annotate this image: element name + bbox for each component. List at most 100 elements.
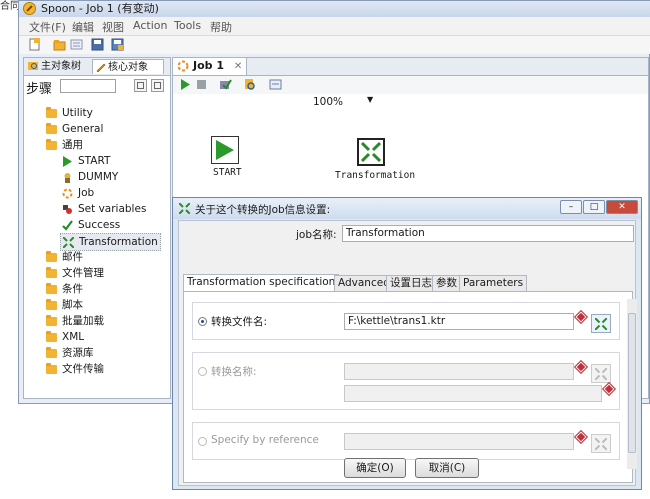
zoom-select[interactable]: 100% ▼ [313,95,375,110]
tab-logging-settings[interactable]: 设置日志 [386,275,436,291]
tab-core-objects-label: 核心对象 [108,62,148,73]
tab-parameters[interactable]: Parameters [459,275,528,291]
success-check-icon [62,219,73,231]
reference-label: Specify by reference [211,434,319,446]
save-icon[interactable] [91,38,104,51]
tab-main-tree-label: 主对象树 [41,61,81,72]
menu-action[interactable]: Action [133,19,167,32]
tree-item-label: DUMMY [78,171,119,183]
explore-repository-icon[interactable] [70,38,83,51]
expand-icon [137,82,144,89]
close-tab-icon[interactable]: ✕ [234,61,242,72]
open-folder-icon[interactable] [53,38,66,51]
close-button[interactable]: ✕ [606,200,638,214]
left-panel-tabs: 主对象树 核心对象 [24,58,170,76]
job-name-input[interactable]: Transformation [342,225,634,242]
transformation-name-group: 转换名称: [192,352,620,410]
impact-icon[interactable] [243,78,256,91]
tree-item-set-variables[interactable]: Set variables [62,201,146,217]
filename-group: 转换文件名: F:\kettle\trans1.ktr [192,302,620,340]
main-title-bar: Spoon - Job 1 (有变动) [19,1,650,17]
browse-reference-button[interactable] [591,434,611,453]
tree-item-label: 通用 [62,139,83,151]
browse-name-button[interactable] [591,364,611,383]
minimize-button[interactable]: – [560,200,582,214]
transformation-name-input[interactable] [344,363,574,380]
menu-view[interactable]: 视图 [102,19,124,35]
tree-folder-common[interactable]: 通用 [46,137,83,153]
stop-icon[interactable] [195,78,208,91]
menu-file[interactable]: 文件(F) [29,19,66,35]
transformation-entry-icon [361,142,381,162]
verify-icon[interactable] [219,78,232,91]
tree-folder-repository[interactable]: 资源库 [46,345,94,361]
tree-item-job[interactable]: Job [62,185,94,201]
start-icon [63,155,72,167]
tree-folder-bulk-loading[interactable]: 批量加载 [46,313,104,329]
tree-folder-xml[interactable]: XML [46,329,84,345]
ok-button[interactable]: 确定(O) [344,458,406,478]
collapse-all-button[interactable] [151,79,164,92]
tree-folder-conditions[interactable]: 条件 [46,281,83,297]
menu-help[interactable]: 帮助 [210,19,232,35]
scrollbar-thumb[interactable] [628,313,636,453]
tree-item-label: General [62,123,104,135]
required-marker [573,429,589,445]
tree-item-dummy[interactable]: DUMMY [62,169,118,185]
filename-label: 转换文件名: [211,316,268,328]
browse-file-button[interactable] [591,314,611,333]
tab-arguments[interactable]: 参数 [432,275,461,291]
steps-search-input[interactable] [60,79,116,93]
tab-job-1[interactable]: Job 1 ✕ [173,58,247,75]
tree-folder-scripting[interactable]: 脚本 [46,297,83,313]
tree-folder-file-transfer[interactable]: 文件传输 [46,361,104,377]
tree-item-start[interactable]: START [62,153,110,169]
left-panel: 主对象树 核心对象 步骤 Utility General 通用 START DU… [23,57,171,399]
required-marker [573,309,589,325]
dialog-title-bar: 关于这个转换的Job信息设置: – □ ✕ [173,198,641,219]
tree-item-label: Utility [62,107,93,119]
tree-item-success[interactable]: Success [62,217,120,233]
tree-icon [28,62,38,70]
sql-icon[interactable] [269,78,282,91]
transformation-entry-label: Transformation [335,170,416,181]
cancel-button[interactable]: 取消(C) [415,458,479,478]
tab-transformation-specification[interactable]: Transformation specification [183,274,340,291]
job-toolbar: 100% ▼ [173,76,648,108]
folder-icon [46,314,57,326]
transformation-name-radio[interactable] [198,367,207,376]
filename-radio[interactable] [198,317,207,326]
tree-folder-mail[interactable]: 邮件 [46,249,83,265]
filename-input[interactable]: F:\kettle\trans1.ktr [344,313,574,330]
dialog-title: 关于这个转换的Job信息设置: [195,204,331,216]
job-name-label: job名称: [296,229,337,241]
start-entry[interactable] [211,136,239,164]
steps-label: 步骤 [26,82,53,97]
reference-input[interactable] [344,433,574,450]
transformation-icon [595,368,607,380]
tab-advanced[interactable]: Advanced [334,275,394,291]
save-as-icon[interactable] [111,38,124,51]
menu-edit[interactable]: 编辑 [72,19,94,35]
tree-folder-general[interactable]: General [46,121,103,137]
transformation-entry[interactable] [357,138,385,166]
transformation-icon [595,318,607,330]
transformation-icon [179,203,190,214]
folder-icon [46,122,57,134]
spoon-app-icon [23,2,36,15]
tree-folder-utility[interactable]: Utility [46,105,93,121]
tab-main-tree[interactable]: 主对象树 [26,59,90,74]
menu-tools[interactable]: Tools [174,19,201,32]
job-entry-dialog: 关于这个转换的Job信息设置: – □ ✕ job名称: Transformat… [172,197,642,490]
new-file-icon[interactable] [28,38,41,51]
reference-radio[interactable] [198,437,207,446]
tab-core-objects[interactable]: 核心对象 [92,59,164,74]
reference-group: Specify by reference [192,422,620,460]
run-icon[interactable] [179,78,192,91]
expand-all-button[interactable] [134,79,147,92]
tree-folder-file-management[interactable]: 文件管理 [46,265,104,281]
maximize-button[interactable]: □ [583,200,605,214]
directory-input[interactable] [344,385,602,402]
tree-item-label: START [78,155,111,167]
tab-panel: 转换文件名: F:\kettle\trans1.ktr 转换名称: Specif… [183,291,633,483]
